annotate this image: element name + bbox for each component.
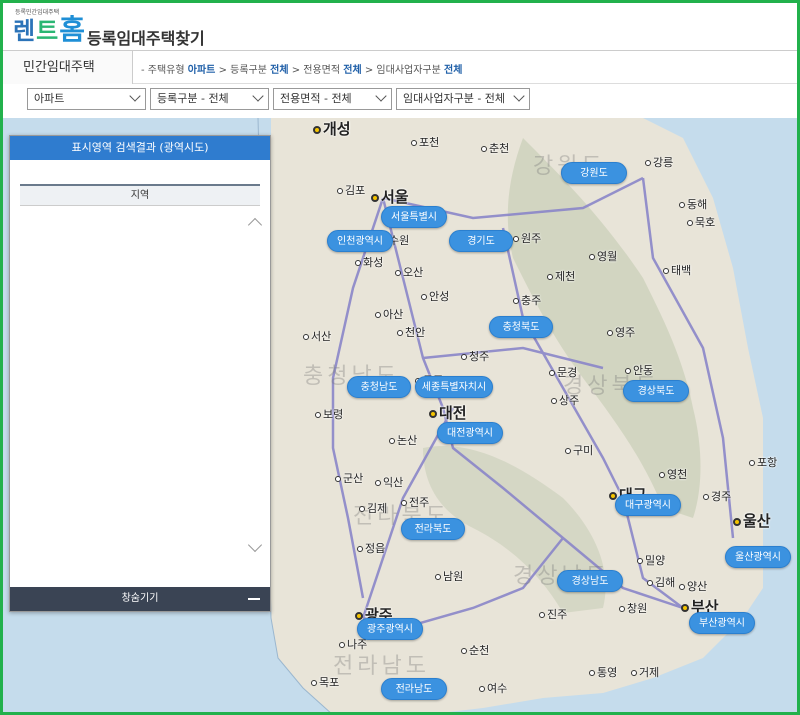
- city-pohang: 포항: [749, 454, 777, 470]
- hide-panel-button[interactable]: 창숨기기: [10, 587, 270, 611]
- city-donghae: 동해: [679, 196, 707, 212]
- city-chuncheon: 춘천: [481, 140, 509, 156]
- city-wonju: 원주: [513, 230, 541, 246]
- city-suncheon: 순천: [461, 642, 489, 658]
- panel-title: 표시영역 검색결과 (광역시도): [10, 136, 270, 160]
- city-gimhae: 김해: [647, 574, 675, 590]
- city-jecheon: 제천: [547, 268, 575, 284]
- city-jeonju: 전주: [401, 494, 429, 510]
- region-button-sejong[interactable]: 세종특별자치시: [415, 376, 493, 398]
- city-gimje: 김제: [359, 500, 387, 516]
- category-label: 민간임대주택: [3, 51, 133, 84]
- region-button-ulsan[interactable]: 울산광역시: [725, 546, 791, 568]
- chevron-down-icon: [129, 90, 141, 102]
- city-jinju: 진주: [539, 606, 567, 622]
- region-button-gyeonggi[interactable]: 경기도: [449, 230, 513, 252]
- region-button-gyeongnam[interactable]: 경상남도: [557, 570, 623, 592]
- city-yeongcheon: 영천: [659, 466, 687, 482]
- province-bg-jeonnam: 전라남도: [333, 654, 430, 679]
- region-button-jeonbuk[interactable]: 전라북도: [401, 518, 465, 540]
- city-kaesong: 개성: [313, 118, 351, 139]
- city-changwon: 창원: [619, 600, 647, 616]
- region-button-gangwon[interactable]: 강원도: [561, 162, 627, 184]
- city-miryang: 밀양: [637, 552, 665, 568]
- scroll-up-icon[interactable]: [247, 217, 263, 233]
- city-mungyeong: 문경: [549, 364, 577, 380]
- city-geoje: 거제: [631, 664, 659, 680]
- city-yeosu: 여수: [479, 680, 507, 696]
- city-nonsan: 논산: [389, 432, 417, 448]
- city-gumi: 구미: [565, 442, 593, 458]
- city-anseong: 안성: [421, 288, 449, 304]
- chevron-down-icon: [513, 90, 525, 102]
- city-mukho: 묵호: [687, 214, 715, 230]
- search-result-panel: 표시영역 검색결과 (광역시도) 지역 창숨기기: [9, 135, 271, 612]
- region-button-daegu[interactable]: 대구광역시: [615, 494, 681, 516]
- page-title: 등록임대주택찾기: [87, 29, 205, 48]
- city-asan: 아산: [375, 306, 403, 322]
- region-button-gyeongbuk[interactable]: 경상북도: [623, 380, 689, 402]
- city-taebaek: 태백: [663, 262, 691, 278]
- chevron-down-icon: [252, 90, 264, 102]
- filter-breadcrumb: - 주택유형 아파트 > 등록구분 전체 > 전용면적 전체 > 임대사업자구분…: [141, 65, 463, 76]
- city-tongyeong: 통영: [589, 664, 617, 680]
- filter-summary-bar: 민간임대주택 - 주택유형 아파트 > 등록구분 전체 > 전용면적 전체 > …: [3, 51, 797, 84]
- hide-panel-label: 창숨기기: [121, 593, 159, 604]
- minus-icon: [248, 598, 260, 600]
- region-button-incheon[interactable]: 인천광역시: [327, 230, 393, 252]
- region-button-chungnam[interactable]: 충청남도: [347, 376, 411, 398]
- city-andong: 안동: [625, 362, 653, 378]
- city-seoul: 서울: [371, 186, 409, 207]
- region-button-jeonnam[interactable]: 전라남도: [381, 678, 447, 700]
- chevron-down-icon: [375, 90, 387, 102]
- region-button-busan[interactable]: 부산광역시: [689, 612, 755, 634]
- city-daejeon: 대전: [429, 402, 467, 423]
- operator-type-select[interactable]: 임대사업자구분 - 전체: [396, 88, 530, 110]
- city-jeongeup: 정읍: [357, 540, 385, 556]
- city-yeongju: 영주: [607, 324, 635, 340]
- header: 등록민간임대주택 렌트홈 등록임대주택찾기: [3, 3, 797, 51]
- region-column-header: 지역: [20, 184, 260, 206]
- city-gangneung: 강릉: [645, 154, 673, 170]
- city-mokpo: 목포: [311, 674, 339, 690]
- city-yeongwol: 영월: [589, 248, 617, 264]
- city-gimpo: 김포: [337, 182, 365, 198]
- city-gunsan: 군산: [335, 470, 363, 486]
- region-button-gwangju[interactable]: 광주광역시: [357, 618, 423, 640]
- city-iksan: 익산: [375, 474, 403, 490]
- region-button-daejeon[interactable]: 대전광역시: [437, 422, 503, 444]
- city-cheongju: 청주: [461, 348, 489, 364]
- city-pocheon: 포천: [411, 134, 439, 150]
- city-ulsan: 울산: [733, 510, 771, 531]
- housing-type-select[interactable]: 아파트: [27, 88, 146, 110]
- city-seosan: 서산: [303, 328, 331, 344]
- city-namwon: 남원: [435, 568, 463, 584]
- region-button-seoul[interactable]: 서울특별시: [381, 206, 447, 228]
- area-select[interactable]: 전용면적 - 전체: [273, 88, 392, 110]
- app-frame: 등록민간임대주택 렌트홈 등록임대주택찾기 민간임대주택 - 주택유형 아파트 …: [0, 0, 800, 715]
- city-yangsan: 양산: [679, 578, 707, 594]
- logo[interactable]: 등록민간임대주택 렌트홈: [13, 7, 86, 45]
- city-cheonan: 천안: [397, 324, 425, 340]
- city-osan: 오산: [395, 264, 423, 280]
- city-gyeongju: 경주: [703, 488, 731, 504]
- region-button-chungbuk[interactable]: 충청북도: [489, 316, 553, 338]
- city-chungju: 충주: [513, 292, 541, 308]
- registration-select[interactable]: 등록구분 - 전체: [150, 88, 269, 110]
- logo-wordmark: 렌트홈: [13, 13, 86, 46]
- filter-select-row: 아파트 등록구분 - 전체 전용면적 - 전체 임대사업자구분 - 전체: [3, 84, 797, 118]
- scroll-down-icon[interactable]: [247, 537, 263, 553]
- city-boryeong: 보령: [315, 406, 343, 422]
- city-hwaseong: 화성: [355, 254, 383, 270]
- city-sangju: 상주: [551, 392, 579, 408]
